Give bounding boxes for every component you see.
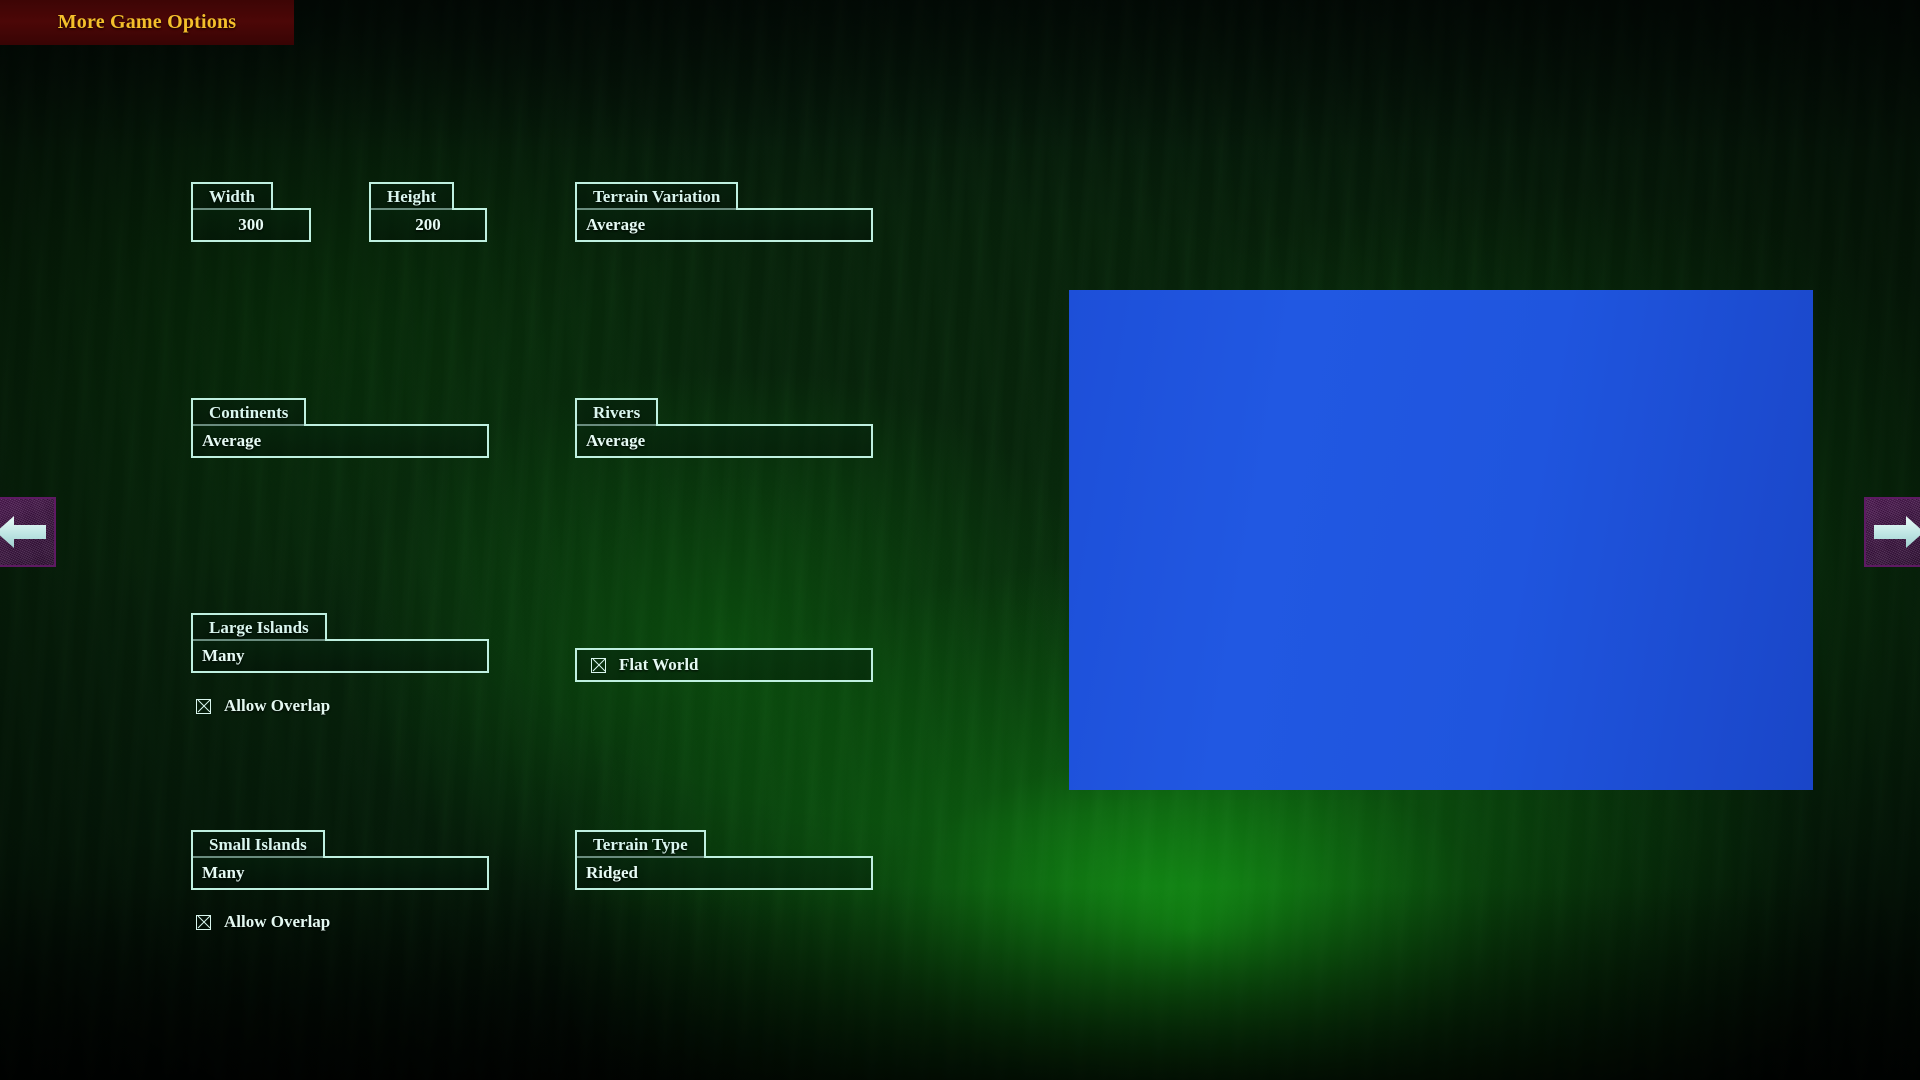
option-height-label: Height <box>369 182 455 210</box>
map-preview-image <box>1069 290 1813 790</box>
option-height[interactable]: Height 200 <box>369 182 487 242</box>
option-terrain-variation-value[interactable]: Average <box>575 208 873 242</box>
option-continents[interactable]: Continents Average <box>191 398 489 458</box>
option-width[interactable]: Width 300 <box>191 182 311 242</box>
next-page-button[interactable] <box>1864 497 1920 567</box>
arrow-right-icon <box>1874 516 1920 548</box>
checkbox-large-islands-allow-overlap[interactable]: Allow Overlap <box>196 696 330 716</box>
option-small-islands-label: Small Islands <box>191 830 325 858</box>
option-rivers-value[interactable]: Average <box>575 424 873 458</box>
option-terrain-type-label-text: Terrain Type <box>593 835 688 854</box>
option-terrain-type-label: Terrain Type <box>575 830 706 858</box>
checkbox-x-icon[interactable] <box>196 914 211 930</box>
option-width-label: Width <box>191 182 273 210</box>
option-terrain-variation[interactable]: Terrain Variation Average <box>575 182 873 242</box>
previous-page-button[interactable] <box>0 497 56 567</box>
option-large-islands-label-text: Large Islands <box>209 618 309 637</box>
option-rivers-label: Rivers <box>575 398 659 426</box>
checkbox-flat-world[interactable]: Flat World <box>575 648 873 682</box>
checkbox-flat-world-label: Flat World <box>619 655 699 674</box>
option-large-islands[interactable]: Large Islands Many <box>191 613 489 673</box>
page-title: More Game Options <box>57 11 237 33</box>
option-height-label-text: Height <box>387 187 437 206</box>
option-terrain-type-value-text: Ridged <box>586 863 638 882</box>
option-continents-value-text: Average <box>202 431 262 450</box>
option-width-label-text: Width <box>209 187 255 206</box>
option-large-islands-value-text: Many <box>202 646 245 665</box>
checkbox-large-islands-allow-overlap-label: Allow Overlap <box>224 696 331 715</box>
arrow-left-icon <box>0 516 46 548</box>
option-terrain-variation-value-text: Average <box>586 215 646 234</box>
checkbox-x-icon[interactable] <box>591 657 606 673</box>
option-width-value-text: 300 <box>238 215 264 234</box>
option-height-value-text: 200 <box>415 215 441 234</box>
option-small-islands-label-text: Small Islands <box>209 835 307 854</box>
option-rivers-label-text: Rivers <box>593 403 641 422</box>
option-terrain-type[interactable]: Terrain Type Ridged <box>575 830 873 890</box>
option-rivers-value-text: Average <box>586 431 646 450</box>
checkbox-small-islands-allow-overlap[interactable]: Allow Overlap <box>196 912 330 932</box>
option-height-value[interactable]: 200 <box>369 208 487 242</box>
option-small-islands-value-text: Many <box>202 863 245 882</box>
map-options-screen: More Game Options Width 300 Height 200 T… <box>0 0 1920 1080</box>
option-continents-label: Continents <box>191 398 307 426</box>
option-small-islands-value[interactable]: Many <box>191 856 489 890</box>
option-continents-value[interactable]: Average <box>191 424 489 458</box>
option-terrain-variation-label-text: Terrain Variation <box>593 187 721 206</box>
option-small-islands[interactable]: Small Islands Many <box>191 830 489 890</box>
option-terrain-type-value[interactable]: Ridged <box>575 856 873 890</box>
option-terrain-variation-label: Terrain Variation <box>575 182 739 210</box>
checkbox-small-islands-allow-overlap-label: Allow Overlap <box>224 912 331 931</box>
checkbox-x-icon[interactable] <box>196 698 211 714</box>
option-width-value[interactable]: 300 <box>191 208 311 242</box>
option-large-islands-label: Large Islands <box>191 613 327 641</box>
map-preview-canvas <box>1069 290 1813 790</box>
option-large-islands-value[interactable]: Many <box>191 639 489 673</box>
option-rivers[interactable]: Rivers Average <box>575 398 873 458</box>
header-banner: More Game Options <box>0 0 294 45</box>
option-continents-label-text: Continents <box>209 403 289 422</box>
